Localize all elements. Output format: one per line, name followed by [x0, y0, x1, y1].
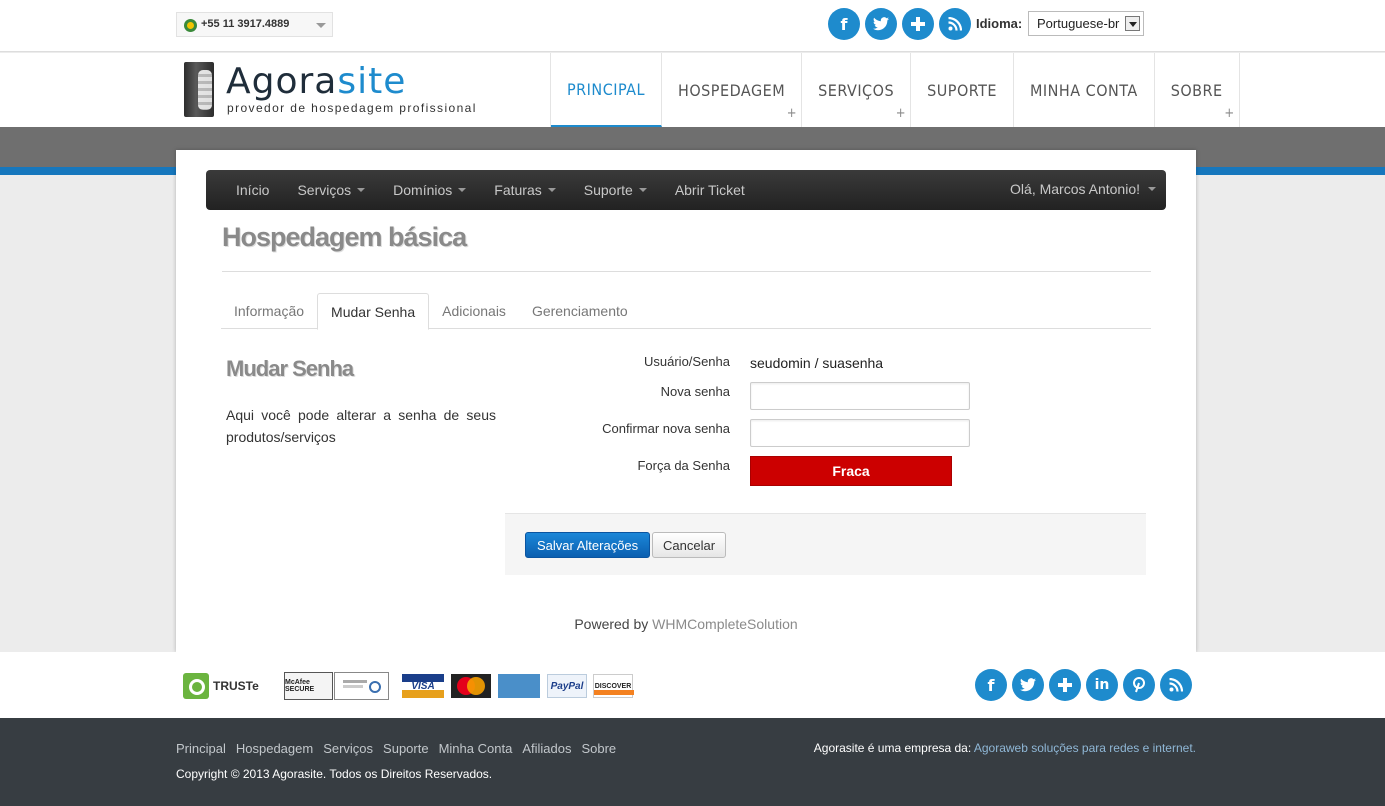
twitter-icon[interactable] — [865, 8, 897, 40]
social-links-top: f — [828, 8, 971, 40]
powered-by: Powered by WHMCompleteSolution — [176, 616, 1196, 632]
plus-icon: + — [895, 106, 907, 121]
user-password-label: Usuário/Senha — [644, 354, 730, 369]
footer-link-minha-conta[interactable]: Minha Conta — [439, 741, 513, 756]
facebook-icon[interactable]: f — [828, 8, 860, 40]
tab-adicionais[interactable]: Adicionais — [429, 293, 519, 329]
tab-gerenciamento[interactable]: Gerenciamento — [519, 293, 641, 329]
user-password-value: seudomin / suasenha — [750, 355, 884, 371]
form-actions: Salvar Alterações Cancelar — [505, 513, 1146, 575]
whmcs-link[interactable]: WHMCompleteSolution — [652, 616, 798, 632]
company-info: Agorasite é uma empresa da: Agoraweb sol… — [814, 741, 1196, 755]
globalsign-icon — [342, 680, 381, 693]
chevron-down-icon — [316, 23, 326, 28]
confirm-password-input[interactable] — [750, 419, 970, 447]
footer-links: Principal Hospedagem Serviços Suporte Mi… — [176, 741, 616, 756]
main-nav: PRINCIPAL HOSPEDAGEM + SERVIÇOS + SUPORTE … — [550, 53, 1240, 127]
twitter-icon[interactable] — [1012, 669, 1044, 701]
caret-down-icon — [638, 188, 647, 192]
pinterest-icon[interactable] — [1123, 669, 1155, 701]
nav-principal[interactable]: PRINCIPAL — [551, 53, 662, 127]
trust-badges-strip: TRUSTe McAfee SECURE VISA PayPal DISCOVE… — [0, 652, 1385, 718]
language-label: Idioma: — [976, 16, 1023, 31]
confirm-password-label: Confirmar nova senha — [602, 421, 730, 436]
new-password-label: Nova senha — [660, 384, 730, 399]
site-header: Agorasite provedor de hospedagem profiss… — [0, 53, 1385, 127]
tab-informacao[interactable]: Informação — [221, 293, 317, 329]
language-select[interactable]: Portuguese-br — [1028, 11, 1144, 36]
company-prefix: Agorasite é uma empresa da: — [813, 741, 972, 755]
clientnav-dominios[interactable]: Domínios — [379, 182, 480, 198]
user-menu[interactable]: Olá, Marcos Antonio! — [1010, 181, 1156, 197]
footer-link-servicos[interactable]: Serviços — [323, 741, 373, 756]
rss-icon[interactable] — [1160, 669, 1192, 701]
content-card: Início Serviços Domínios Faturas Suporte… — [176, 150, 1196, 652]
footer-link-hospedagem[interactable]: Hospedagem — [236, 741, 313, 756]
globalsign-badge[interactable] — [334, 672, 389, 700]
client-area-nav: Início Serviços Domínios Faturas Suporte… — [206, 170, 1166, 210]
password-strength-meter: Fraca — [750, 456, 952, 486]
copyright-text: Copyright © 2013 Agorasite. Todos os Dir… — [176, 767, 493, 781]
nav-suporte[interactable]: SUPORTE — [911, 53, 1014, 127]
footer-link-suporte[interactable]: Suporte — [383, 741, 429, 756]
visa-badge: VISA — [402, 674, 444, 698]
logo-main-text: Agora — [226, 61, 338, 102]
caret-down-icon — [1148, 187, 1156, 191]
cancel-button[interactable]: Cancelar — [652, 532, 727, 558]
linkedin-icon[interactable]: in — [1086, 669, 1118, 701]
caret-down-icon — [458, 188, 467, 192]
page-title: Hospedagem básica — [222, 222, 467, 252]
amex-icon — [498, 674, 540, 698]
clientnav-suporte[interactable]: Suporte — [570, 182, 661, 198]
tab-mudar-senha[interactable]: Mudar Senha — [317, 293, 430, 330]
footer-link-afiliados[interactable]: Afiliados — [522, 741, 571, 756]
rss-icon[interactable] — [939, 8, 971, 40]
powered-prefix: Powered by — [574, 616, 649, 632]
mastercard-icon — [451, 674, 491, 698]
product-tabs: Informação Mudar Senha Adicionais Gerenc… — [221, 293, 1151, 330]
brazil-flag-icon — [184, 19, 197, 32]
phone-number: +55 11 3917.4889 — [201, 18, 290, 30]
select-arrow-icon — [1125, 16, 1140, 31]
nav-servicos[interactable]: SERVIÇOS + — [802, 53, 912, 127]
language-value: Portuguese-br — [1037, 16, 1120, 31]
caret-down-icon — [547, 188, 556, 192]
phone-selector[interactable]: +55 11 3917.4889 — [176, 12, 333, 37]
footer-link-principal[interactable]: Principal — [176, 741, 226, 756]
top-bar: +55 11 3917.4889 f Idioma: Portuguese-br — [0, 0, 1385, 52]
save-changes-button[interactable]: Salvar Alterações — [525, 532, 651, 558]
facebook-icon[interactable]: f — [975, 669, 1007, 701]
social-links-bottom: f in — [975, 669, 1192, 701]
section-description: Aqui você pode alterar a senha de seus p… — [226, 407, 496, 445]
truste-badge[interactable]: TRUSTe — [183, 672, 283, 700]
divider — [222, 271, 1151, 272]
caret-down-icon — [357, 188, 366, 192]
nav-sobre[interactable]: SOBRE + — [1155, 53, 1240, 127]
google-plus-icon[interactable] — [902, 8, 934, 40]
logo-accent-text: site — [337, 61, 407, 102]
server-logo-icon — [184, 62, 214, 117]
plus-icon: + — [1224, 106, 1235, 121]
clientnav-faturas[interactable]: Faturas — [480, 182, 569, 198]
site-logo[interactable]: Agorasite — [226, 61, 406, 102]
truste-icon — [183, 673, 209, 699]
nav-minha-conta[interactable]: MINHA CONTA — [1014, 53, 1155, 127]
google-plus-icon[interactable] — [1049, 669, 1081, 701]
discover-badge: DISCOVER — [593, 674, 634, 698]
nav-hospedagem[interactable]: HOSPEDAGEM + — [662, 53, 803, 127]
password-strength-label: Força da Senha — [637, 458, 730, 473]
clientnav-inicio[interactable]: Início — [222, 182, 283, 198]
clientnav-servicos[interactable]: Serviços — [283, 182, 379, 198]
paypal-badge: PayPal — [547, 674, 587, 698]
site-footer: Principal Hospedagem Serviços Suporte Mi… — [0, 718, 1385, 806]
footer-link-sobre[interactable]: Sobre — [581, 741, 616, 756]
plus-icon: + — [786, 106, 798, 121]
new-password-input[interactable] — [750, 382, 970, 410]
logo-tagline: provedor de hospedagem profissional — [227, 101, 477, 115]
mcafee-badge[interactable]: McAfee SECURE — [284, 672, 333, 700]
company-link[interactable]: Agoraweb soluções para redes e internet. — [974, 741, 1196, 755]
clientnav-abrir-ticket[interactable]: Abrir Ticket — [661, 182, 759, 198]
section-title: Mudar Senha — [226, 356, 354, 381]
